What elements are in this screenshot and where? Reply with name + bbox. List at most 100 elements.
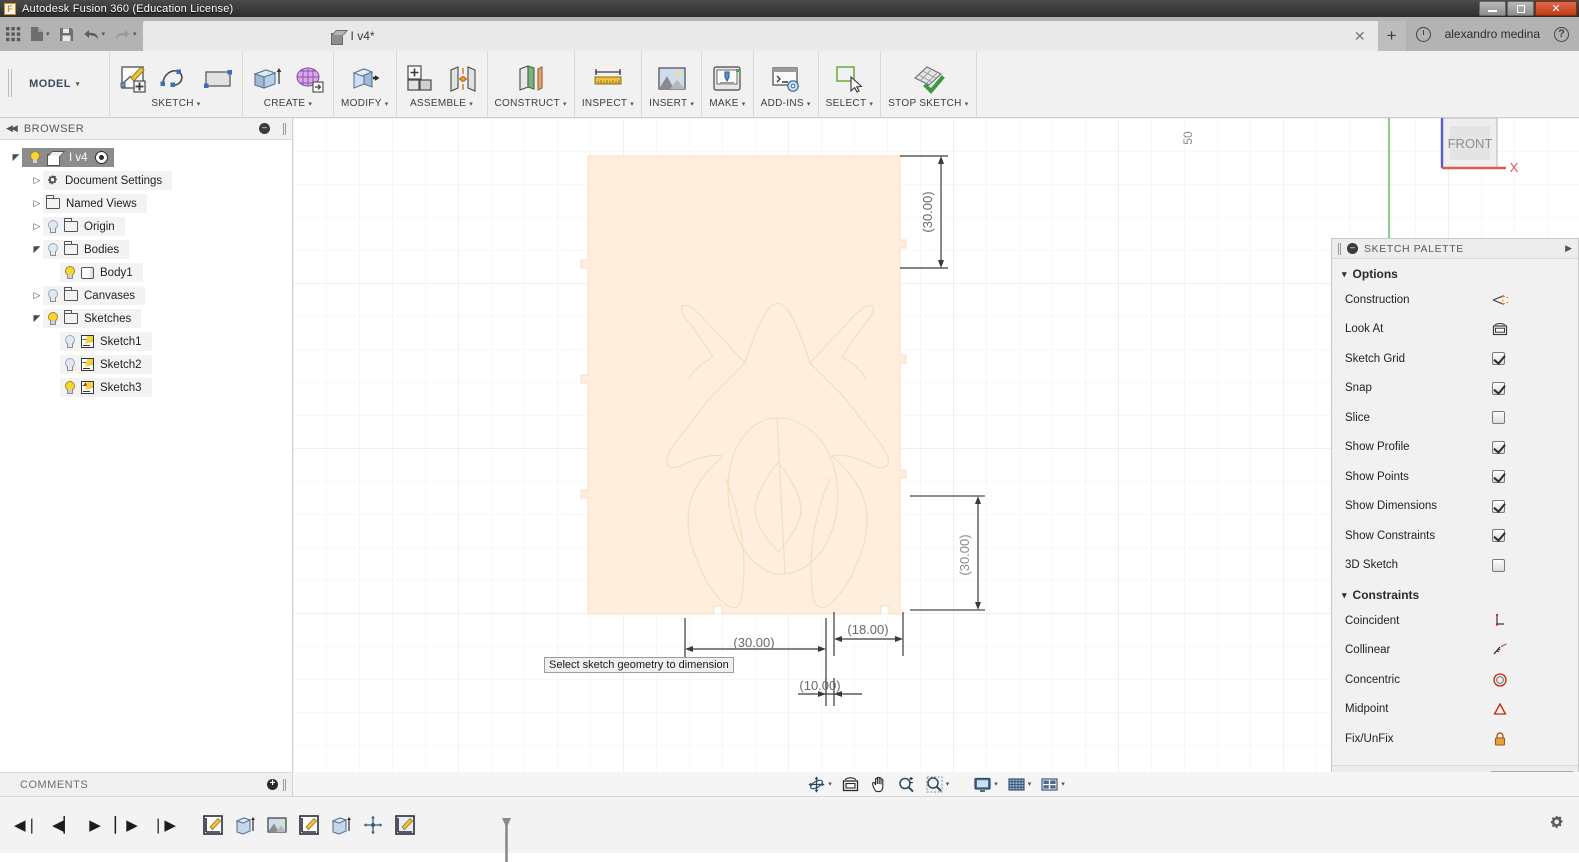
expand-triangle-icon[interactable]: ▷ xyxy=(31,290,43,301)
visibility-bulb-icon[interactable] xyxy=(63,335,75,348)
visibility-bulb-icon[interactable] xyxy=(46,289,58,302)
visibility-bulb-icon[interactable] xyxy=(63,358,75,371)
visibility-bulb-icon[interactable] xyxy=(63,266,75,279)
grid-snaps-button[interactable]: ▾ xyxy=(1007,775,1031,794)
palette-row-sketch-grid[interactable]: Sketch Grid xyxy=(1332,344,1578,374)
visibility-bulb-icon[interactable] xyxy=(46,312,58,325)
go-to-beginning-button[interactable]: ◀❘ xyxy=(14,818,38,833)
palette-row-fix-unfix[interactable]: Fix/UnFix xyxy=(1332,724,1578,754)
measure-icon[interactable] xyxy=(591,62,625,96)
right-arrow-icon[interactable]: ▶ xyxy=(1565,243,1572,254)
minus-circle-icon[interactable]: – xyxy=(259,123,270,134)
app-grid-button[interactable] xyxy=(6,26,21,42)
ribbon-group-construct-label[interactable]: CONSTRUCT ▾ xyxy=(495,98,567,109)
tree-item-canvases[interactable]: ▷ Canvases xyxy=(0,284,292,307)
show-profile-checkbox[interactable] xyxy=(1492,440,1505,454)
help-icon[interactable]: ? xyxy=(1554,26,1569,42)
palette-row-show-points[interactable]: Show Points xyxy=(1332,462,1578,492)
clock-icon[interactable] xyxy=(1415,26,1431,42)
timeline-playhead[interactable] xyxy=(501,818,511,862)
expand-triangle-icon[interactable]: ◤ xyxy=(31,244,43,255)
expand-triangle-icon[interactable]: ◤ xyxy=(31,313,43,324)
palette-row-show-dimensions[interactable]: Show Dimensions xyxy=(1332,492,1578,522)
ribbon-group-make-label[interactable]: MAKE ▾ xyxy=(709,98,745,109)
user-name-label[interactable]: alexandro medina xyxy=(1445,27,1540,41)
insert-image-icon[interactable] xyxy=(655,62,689,96)
new-tab-button[interactable]: + xyxy=(1377,21,1406,51)
workspace-switcher[interactable]: MODEL ▾ xyxy=(0,51,110,117)
pan-button[interactable] xyxy=(869,775,888,794)
scripts-addins-icon[interactable] xyxy=(769,62,803,96)
expand-triangle-icon[interactable]: ◤ xyxy=(10,152,22,163)
palette-row-construction[interactable]: Construction xyxy=(1332,285,1578,315)
ribbon-group-inspect-label[interactable]: INSPECT ▾ xyxy=(582,98,634,109)
minus-circle-icon[interactable]: – xyxy=(1347,243,1358,254)
display-settings-button[interactable]: ▾ xyxy=(973,775,998,794)
offset-plane-icon[interactable] xyxy=(514,62,548,96)
palette-section-options[interactable]: ▾ Options xyxy=(1332,259,1578,285)
maximize-button[interactable] xyxy=(1507,1,1534,16)
expand-triangle-icon[interactable]: ▷ xyxy=(31,198,43,209)
snap-checkbox[interactable] xyxy=(1492,381,1505,395)
3d-sketch-checkbox[interactable] xyxy=(1492,558,1505,572)
stop-sketch-icon[interactable] xyxy=(911,62,946,96)
show-points-checkbox[interactable] xyxy=(1492,470,1505,484)
look-at-button[interactable] xyxy=(841,775,860,794)
tree-item-root[interactable]: ◤ I v4 xyxy=(0,146,292,169)
tree-item-sketch3[interactable]: ▲ Sketch3 xyxy=(0,376,292,399)
collinear-icon[interactable] xyxy=(1492,642,1508,658)
spline-icon[interactable] xyxy=(159,62,193,96)
timeline-extrude2[interactable] xyxy=(330,814,352,836)
panel-grip[interactable] xyxy=(283,122,286,135)
redo-button[interactable]: ▾ xyxy=(114,27,137,42)
ribbon-group-stop-sketch-label[interactable]: STOP SKETCH ▾ xyxy=(888,98,968,109)
show-constraints-checkbox[interactable] xyxy=(1492,529,1505,543)
palette-row-look-at[interactable]: Look At xyxy=(1332,315,1578,345)
ribbon-group-assemble-label[interactable]: ASSEMBLE ▾ xyxy=(410,98,473,109)
palette-row-coincident[interactable]: Coincident xyxy=(1332,606,1578,636)
visibility-bulb-icon[interactable] xyxy=(46,243,58,256)
expand-triangle-icon[interactable]: ▷ xyxy=(31,221,43,232)
palette-row-midpoint[interactable]: Midpoint xyxy=(1332,695,1578,725)
timeline-sketch1[interactable] xyxy=(202,814,224,836)
step-back-button[interactable]: ◀▏ xyxy=(52,818,75,833)
timeline-sketch3[interactable] xyxy=(394,814,416,836)
settings-button[interactable] xyxy=(1548,814,1565,836)
extrude-icon[interactable] xyxy=(250,62,284,96)
slice-checkbox[interactable] xyxy=(1492,411,1505,425)
rectangle-icon[interactable] xyxy=(201,62,235,96)
visibility-bulb-icon[interactable] xyxy=(63,381,75,394)
form-icon[interactable] xyxy=(292,62,326,96)
double-left-arrow-icon[interactable]: ◀◀ xyxy=(6,123,18,134)
plus-circle-icon[interactable]: + xyxy=(267,779,278,790)
palette-row-show-constraints[interactable]: Show Constraints xyxy=(1332,521,1578,551)
construction-icon[interactable] xyxy=(1492,293,1510,307)
coincident-icon[interactable] xyxy=(1492,613,1508,629)
tree-item-sketches[interactable]: ◤ Sketches xyxy=(0,307,292,330)
create-sketch-icon[interactable] xyxy=(117,62,151,96)
save-button[interactable] xyxy=(59,27,74,42)
joint-icon[interactable] xyxy=(446,62,480,96)
expand-triangle-icon[interactable]: ▷ xyxy=(31,175,43,186)
timeline-canvas1[interactable] xyxy=(266,814,288,836)
viewports-button[interactable]: ▾ xyxy=(1040,775,1065,794)
3d-print-icon[interactable] xyxy=(710,62,744,96)
tree-item-document-settings[interactable]: ▷ Document Settings xyxy=(0,169,292,192)
tree-item-bodies[interactable]: ◤ Bodies xyxy=(0,238,292,261)
fix-unfix-icon[interactable] xyxy=(1492,731,1508,747)
new-component-icon[interactable] xyxy=(404,62,438,96)
zoom-window-button[interactable]: ▾ xyxy=(925,775,949,794)
ribbon-group-insert-label[interactable]: INSERT ▾ xyxy=(649,98,694,109)
play-button[interactable]: ▶ xyxy=(89,818,101,833)
palette-row-snap[interactable]: Snap xyxy=(1332,374,1578,404)
palette-row-slice[interactable]: Slice xyxy=(1332,403,1578,433)
press-pull-icon[interactable] xyxy=(348,62,382,96)
palette-row-collinear[interactable]: Collinear xyxy=(1332,636,1578,666)
close-button[interactable]: ✕ xyxy=(1535,1,1577,16)
midpoint-icon[interactable] xyxy=(1492,701,1508,717)
show-dimensions-checkbox[interactable] xyxy=(1492,499,1505,513)
ribbon-group-create-label[interactable]: CREATE ▾ xyxy=(264,98,312,109)
tree-item-sketch2[interactable]: Sketch2 xyxy=(0,353,292,376)
zoom-button[interactable] xyxy=(897,775,916,794)
sketch-grid-checkbox[interactable] xyxy=(1492,352,1505,366)
